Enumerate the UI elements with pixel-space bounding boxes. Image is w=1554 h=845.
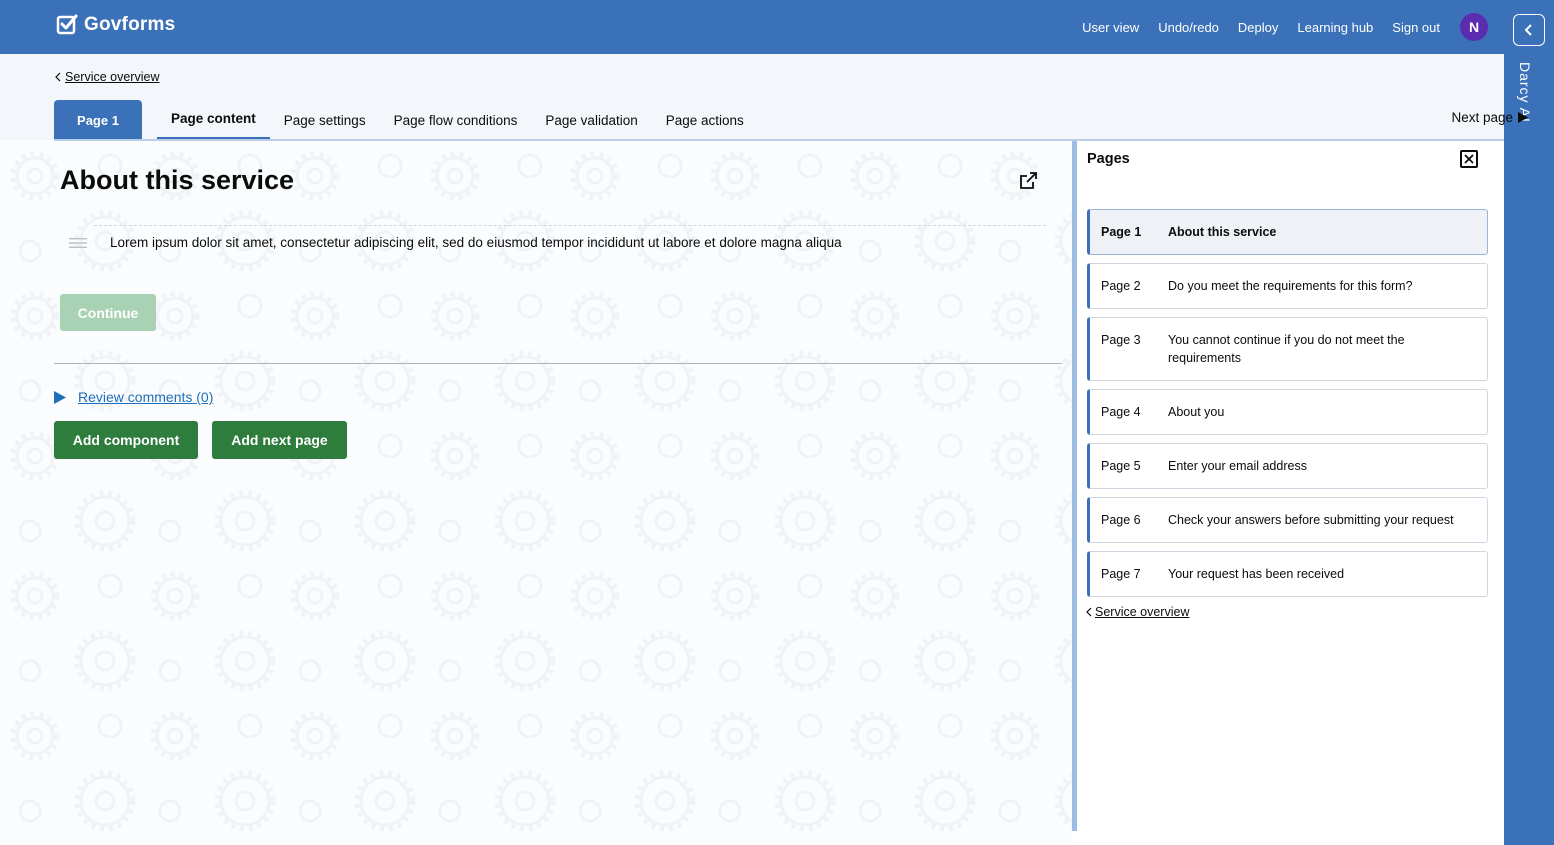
page-name: You cannot continue if you do not meet t… — [1168, 333, 1405, 365]
add-next-page-button[interactable]: Add next page — [212, 421, 347, 459]
nav-user-view[interactable]: User view — [1082, 20, 1139, 35]
breadcrumb: Service overview — [54, 70, 159, 84]
brand[interactable]: Govforms — [56, 14, 175, 36]
nav-learning-hub[interactable]: Learning hub — [1297, 20, 1373, 35]
close-icon — [1464, 154, 1474, 164]
current-page-tab[interactable]: Page 1 — [54, 100, 142, 140]
page-name: Enter your email address — [1168, 459, 1307, 473]
service-overview-link[interactable]: Service overview — [1095, 605, 1189, 619]
review-comments-link[interactable]: Review comments (0) — [78, 389, 213, 405]
page-number: Page 4 — [1101, 405, 1141, 419]
page-list-item[interactable]: Page 4 About you — [1087, 389, 1488, 435]
page-name: Check your answers before submitting you… — [1168, 513, 1454, 527]
page-number: Page 5 — [1101, 459, 1141, 473]
nav-sign-out[interactable]: Sign out — [1392, 20, 1440, 35]
tab-page-flow-conditions[interactable]: Page flow conditions — [380, 100, 532, 140]
tab-page-content[interactable]: Page content — [157, 100, 270, 140]
close-panel-button[interactable] — [1460, 150, 1478, 168]
content-divider — [54, 363, 1062, 364]
avatar[interactable]: N — [1460, 13, 1488, 41]
page-name: About you — [1168, 405, 1225, 419]
checkbox-logo-icon — [56, 14, 78, 35]
tab-page-validation[interactable]: Page validation — [531, 100, 651, 140]
page-list-item[interactable]: Page 2 Do you meet the requirements for … — [1087, 263, 1488, 309]
page-list-item[interactable]: Page 5 Enter your email address — [1087, 443, 1488, 489]
pages-panel: Pages Page 1 About this service Page 2 D… — [1077, 141, 1504, 845]
page-name: About this service — [1168, 225, 1277, 239]
component-separator — [94, 225, 1046, 226]
page-tabs: Page 1 Page content Page settings Page f… — [54, 100, 758, 140]
tab-page-settings[interactable]: Page settings — [270, 100, 380, 140]
page-name: Your request has been received — [1168, 567, 1345, 581]
service-overview-link[interactable]: Service overview — [65, 70, 159, 84]
nav-undo-redo[interactable]: Undo/redo — [1158, 20, 1219, 35]
page-list-item[interactable]: Page 7 Your request has been received — [1087, 551, 1488, 597]
page-list-item[interactable]: Page 1 About this service — [1087, 209, 1488, 255]
page-number: Page 6 — [1101, 513, 1141, 527]
next-page-button[interactable]: Next page — [1451, 110, 1528, 125]
page-list-item[interactable]: Page 6 Check your answers before submitt… — [1087, 497, 1488, 543]
page-editor: About this service Lorem ipsum dolor sit… — [0, 141, 1072, 845]
tab-page-actions[interactable]: Page actions — [652, 100, 758, 140]
pages-panel-title: Pages — [1087, 151, 1130, 167]
brand-name: Govforms — [84, 14, 176, 35]
chevron-left-icon — [1086, 607, 1092, 617]
page-name: Do you meet the requirements for this fo… — [1168, 279, 1413, 293]
triangle-right-icon — [54, 390, 66, 404]
review-comments-toggle[interactable]: Review comments (0) — [54, 389, 213, 405]
add-component-button[interactable]: Add component — [54, 421, 198, 459]
continue-button[interactable]: Continue — [60, 294, 156, 331]
page-list: Page 1 About this service Page 2 Do you … — [1087, 209, 1488, 605]
chevron-left-icon — [55, 72, 61, 82]
expand-assistant-button[interactable] — [1513, 14, 1545, 46]
assistant-rail: Darcy AI — [1504, 0, 1554, 845]
panel-breadcrumb: Service overview — [1085, 605, 1189, 619]
drag-handle-icon[interactable] — [69, 236, 87, 250]
chevron-left-icon — [1524, 24, 1532, 36]
page-number: Page 3 — [1101, 333, 1141, 347]
page-list-item[interactable]: Page 3 You cannot continue if you do not… — [1087, 317, 1488, 381]
next-page-label: Next page — [1451, 110, 1513, 125]
page-number: Page 7 — [1101, 567, 1141, 581]
body-paragraph[interactable]: Lorem ipsum dolor sit amet, consectetur … — [110, 235, 842, 250]
page-number: Page 2 — [1101, 279, 1141, 293]
page-number: Page 1 — [1101, 225, 1142, 239]
play-arrow-icon — [1518, 112, 1528, 123]
nav-deploy[interactable]: Deploy — [1238, 20, 1278, 35]
top-nav: User view Undo/redo Deploy Learning hub … — [1063, 0, 1488, 54]
open-external-icon[interactable] — [1018, 171, 1038, 191]
page-title: About this service — [60, 165, 295, 195]
top-header: Govforms User view Undo/redo Deploy Lear… — [0, 0, 1504, 54]
